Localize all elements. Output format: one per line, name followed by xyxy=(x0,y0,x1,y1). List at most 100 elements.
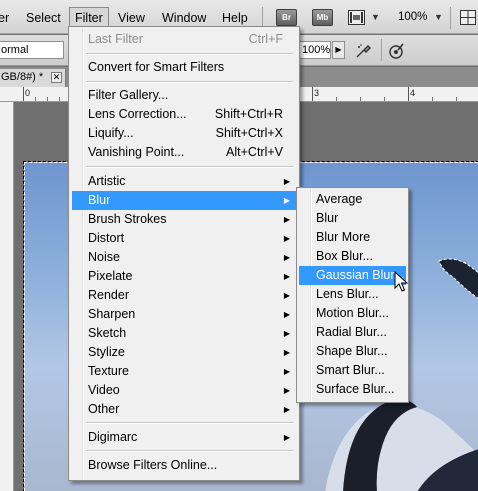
toolbar-separator xyxy=(450,7,451,29)
blur-item-box-blur[interactable]: Box Blur... xyxy=(299,247,406,266)
zoom-dropdown-icon[interactable]: ▼ xyxy=(434,12,443,22)
submenu-arrow-icon: ▶ xyxy=(283,367,290,376)
blur-item-blur[interactable]: Blur xyxy=(299,209,406,228)
opacity-field[interactable]: 100% xyxy=(299,41,331,59)
menu-item-shortcut: Alt+Ctrl+V xyxy=(226,145,283,159)
submenu-arrow-icon: ▶ xyxy=(283,215,290,224)
menu-item-label: Noise xyxy=(88,250,120,264)
airbrush-icon[interactable] xyxy=(355,43,372,59)
arrange-documents-icon[interactable] xyxy=(460,10,476,25)
menu-item-distort[interactable]: Distort ▶ xyxy=(72,229,296,248)
submenu-arrow-icon: ▶ xyxy=(283,433,290,442)
menu-item-sharpen[interactable]: Sharpen ▶ xyxy=(72,305,296,324)
menu-item-shortcut: Shift+Ctrl+X xyxy=(215,126,283,140)
ruler-minor-tick xyxy=(47,97,48,101)
close-icon[interactable]: ✕ xyxy=(51,72,62,83)
menu-separator xyxy=(86,422,293,424)
toolbar-separator xyxy=(381,39,382,61)
tablet-pressure-icon[interactable] xyxy=(388,43,405,59)
menu-item-brush-strokes[interactable]: Brush Strokes ▶ xyxy=(72,210,296,229)
menu-view[interactable]: View xyxy=(113,8,150,28)
blur-item-surface-blur[interactable]: Surface Blur... xyxy=(299,380,406,399)
submenu-arrow-icon: ▶ xyxy=(283,177,290,186)
menu-item-sketch[interactable]: Sketch ▶ xyxy=(72,324,296,343)
blend-mode-select[interactable]: ormal xyxy=(0,41,64,59)
menu-help[interactable]: Help xyxy=(217,8,253,28)
blur-item-gaussian-blur[interactable]: Gaussian Blur... xyxy=(299,266,406,285)
submenu-arrow-icon: ▶ xyxy=(283,196,290,205)
menu-item-filter-gallery[interactable]: Filter Gallery... xyxy=(72,86,296,105)
menu-item-video[interactable]: Video ▶ xyxy=(72,381,296,400)
mini-bridge-button[interactable]: Mb xyxy=(312,9,333,26)
ruler-tick xyxy=(312,87,313,101)
menu-item-label: Filter Gallery... xyxy=(88,88,169,102)
menu-item-stylize[interactable]: Stylize ▶ xyxy=(72,343,296,362)
bridge-button[interactable]: Br xyxy=(276,9,297,26)
submenu-arrow-icon: ▶ xyxy=(283,272,290,281)
view-extras-icon[interactable] xyxy=(348,10,365,25)
menu-item-last-filter[interactable]: Last Filter Ctrl+F xyxy=(72,30,296,49)
menu-item-label: Blur xyxy=(88,193,111,207)
menu-item-blur[interactable]: Blur ▶ xyxy=(72,191,296,210)
view-extras-dropdown-icon[interactable]: ▼ xyxy=(371,12,380,22)
menu-item-artistic[interactable]: Artistic ▶ xyxy=(72,172,296,191)
menu-item-browse-filters-online[interactable]: Browse Filters Online... xyxy=(72,456,296,475)
menu-item-label: Browse Filters Online... xyxy=(88,458,218,472)
menu-item-liquify[interactable]: Liquify... Shift+Ctrl+X xyxy=(72,124,296,143)
submenu-arrow-icon: ▶ xyxy=(283,253,290,262)
menu-item-vanishing-point[interactable]: Vanishing Point... Alt+Ctrl+V xyxy=(72,143,296,162)
ruler-minor-tick xyxy=(336,97,337,101)
blur-item-average[interactable]: Average xyxy=(299,190,406,209)
menu-item-label: Stylize xyxy=(88,345,125,359)
menu-item-texture[interactable]: Texture ▶ xyxy=(72,362,296,381)
blur-item-smart-blur[interactable]: Smart Blur... xyxy=(299,361,406,380)
menu-item-shortcut: Shift+Ctrl+R xyxy=(214,107,283,121)
menu-layer[interactable]: er xyxy=(0,8,14,28)
menu-item-shortcut: Ctrl+F xyxy=(248,32,283,46)
ruler-minor-tick xyxy=(360,97,361,101)
blur-item-radial-blur[interactable]: Radial Blur... xyxy=(299,323,406,342)
blur-item-blur-more[interactable]: Blur More xyxy=(299,228,406,247)
menu-item-label: Brush Strokes xyxy=(88,212,167,226)
ruler-minor-tick xyxy=(35,97,36,101)
zoom-level[interactable]: 100% xyxy=(398,11,427,23)
menu-item-render[interactable]: Render ▶ xyxy=(72,286,296,305)
menu-item-label: Pixelate xyxy=(88,269,133,283)
submenu-arrow-icon: ▶ xyxy=(283,310,290,319)
ruler-number: 3 xyxy=(314,88,320,98)
opacity-arrow-icon[interactable]: ▶ xyxy=(332,41,345,59)
menu-item-label: Texture xyxy=(88,364,129,378)
mouse-pointer-icon xyxy=(394,270,409,296)
blur-item-shape-blur[interactable]: Shape Blur... xyxy=(299,342,406,361)
menu-window[interactable]: Window xyxy=(157,8,211,28)
menu-item-convert-smart-filters[interactable]: Convert for Smart Filters xyxy=(72,58,296,77)
menu-item-label: Artistic xyxy=(88,174,126,188)
document-tab-label: GB/8#) * xyxy=(1,71,44,83)
blur-item-lens-blur[interactable]: Lens Blur... xyxy=(299,285,406,304)
menu-item-pixelate[interactable]: Pixelate ▶ xyxy=(72,267,296,286)
ruler-minor-tick xyxy=(384,97,385,101)
menu-item-label: Digimarc xyxy=(88,430,138,444)
ruler-minor-tick xyxy=(432,97,433,101)
menu-item-label: Distort xyxy=(88,231,125,245)
menu-item-label: Lens Correction... xyxy=(88,107,187,121)
menu-separator xyxy=(86,53,293,55)
menu-item-other[interactable]: Other ▶ xyxy=(72,400,296,419)
menu-item-label: Video xyxy=(88,383,120,397)
menu-item-label: Last Filter xyxy=(88,32,143,46)
blur-submenu: Average Blur Blur More Box Blur... Gauss… xyxy=(296,187,409,403)
ruler-tick xyxy=(23,87,24,101)
menu-item-lens-correction[interactable]: Lens Correction... Shift+Ctrl+R xyxy=(72,105,296,124)
submenu-arrow-icon: ▶ xyxy=(283,291,290,300)
menu-item-label: Liquify... xyxy=(88,126,134,140)
menu-item-digimarc[interactable]: Digimarc ▶ xyxy=(72,428,296,447)
menu-select[interactable]: Select xyxy=(21,8,66,28)
blur-item-motion-blur[interactable]: Motion Blur... xyxy=(299,304,406,323)
menu-item-noise[interactable]: Noise ▶ xyxy=(72,248,296,267)
menu-item-label: Convert for Smart Filters xyxy=(88,60,225,74)
document-tab[interactable]: GB/8#) * ✕ xyxy=(0,69,66,87)
ruler-tick xyxy=(408,87,409,101)
submenu-arrow-icon: ▶ xyxy=(283,234,290,243)
ruler-number: 0 xyxy=(25,88,31,98)
ruler-minor-tick xyxy=(456,97,457,101)
